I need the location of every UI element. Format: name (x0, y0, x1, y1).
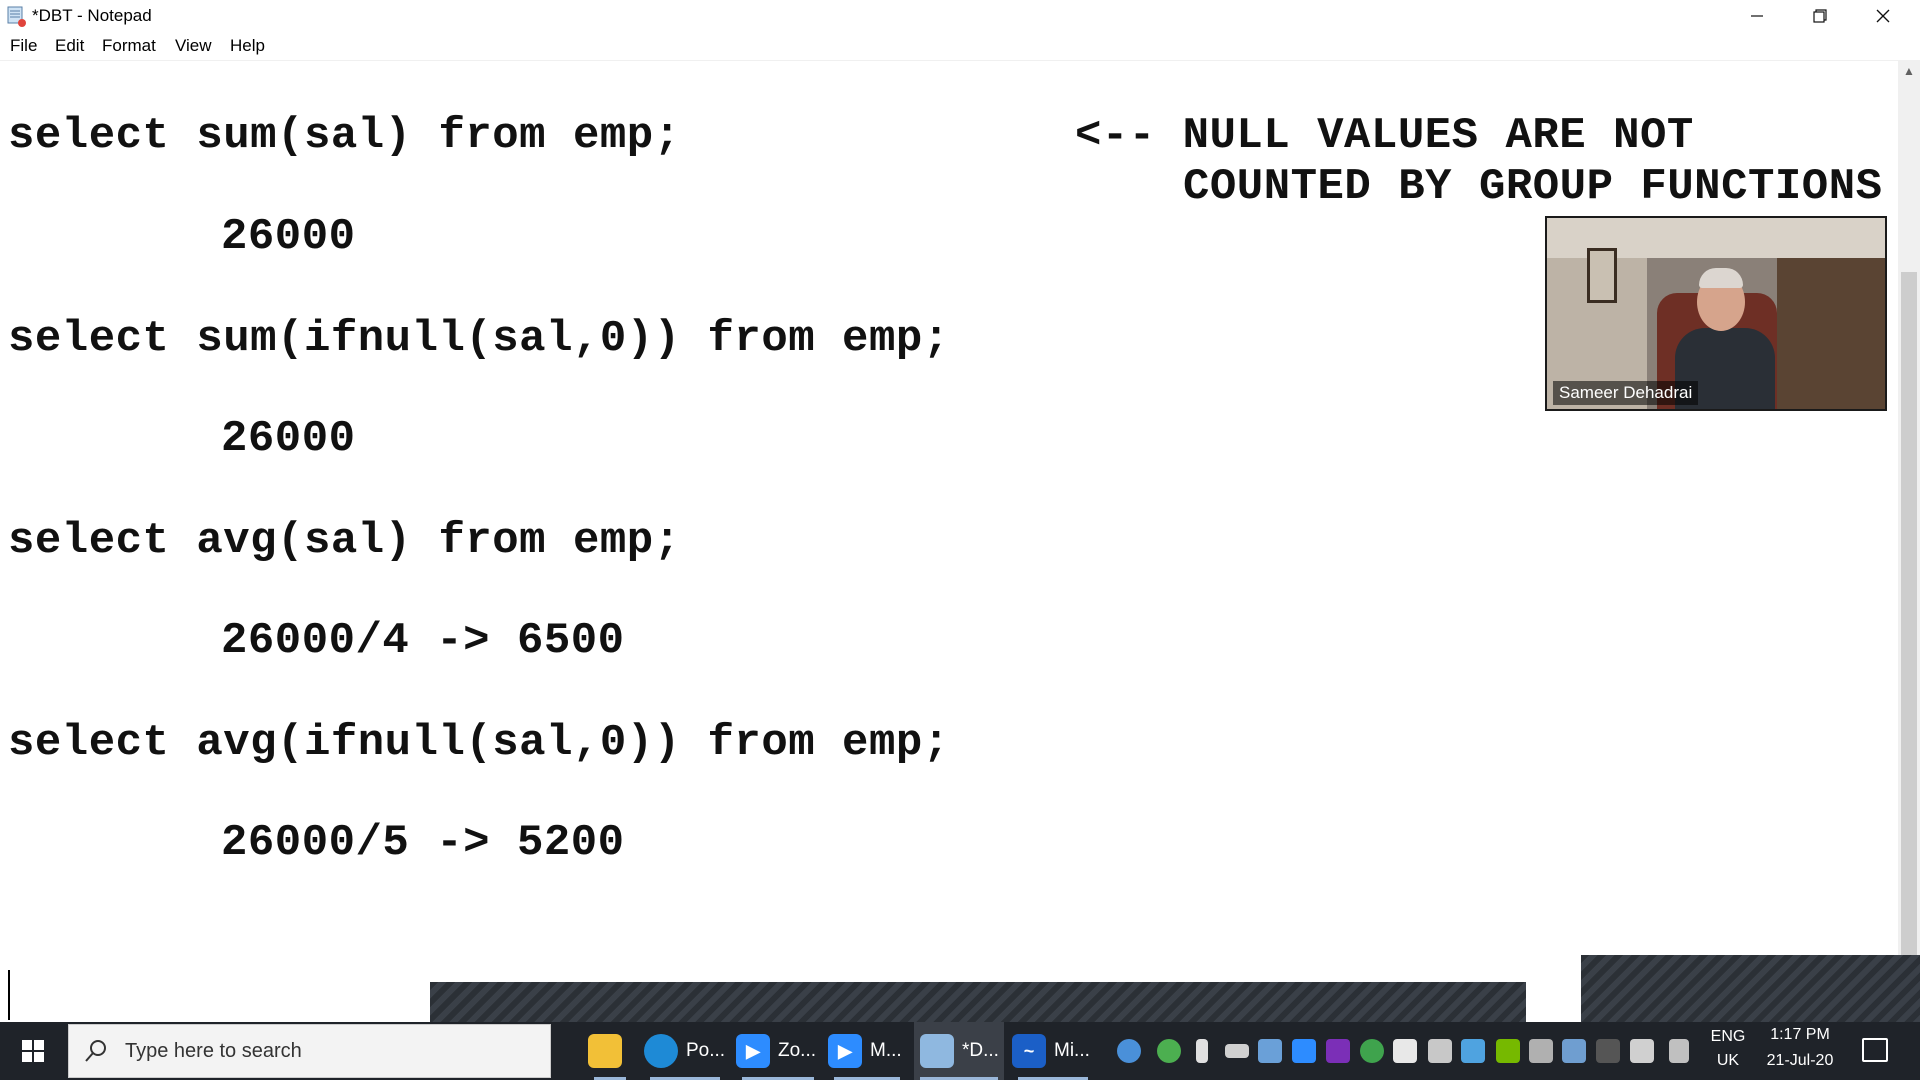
notepad-icon (920, 1034, 954, 1068)
scrollbar-thumb[interactable] (1901, 272, 1917, 1012)
webcam-video: Sameer Dehadrai (1545, 216, 1887, 411)
zoom-icon: ▶ (736, 1034, 770, 1068)
steam-icon[interactable] (1258, 1039, 1282, 1063)
note-line: <-- NULL VALUES ARE NOT (1075, 111, 1694, 161)
zoom-tray-icon[interactable] (1292, 1039, 1316, 1063)
taskbar-search[interactable]: Type here to search (68, 1024, 551, 1078)
restore-icon (1813, 9, 1827, 23)
result-line: 26000/5 -> 5200 (221, 818, 625, 868)
taskbar-zoom-meeting[interactable]: ▶ M... (828, 1022, 906, 1080)
code-line: select sum(sal) from emp; (8, 111, 681, 161)
pen-icon[interactable] (1669, 1039, 1689, 1063)
app-tray-icon[interactable] (1596, 1039, 1620, 1063)
notification-icon[interactable] (1862, 1038, 1888, 1062)
menu-file[interactable]: File (10, 36, 37, 56)
battery-icon[interactable] (1225, 1044, 1249, 1058)
minimize-button[interactable] (1726, 0, 1788, 32)
search-icon (85, 1040, 106, 1062)
taskbar-file-explorer[interactable] (588, 1022, 632, 1080)
security-check-icon[interactable] (1157, 1039, 1181, 1063)
windows-icon (22, 1040, 44, 1062)
whiteboard-icon: ~ (1012, 1034, 1046, 1068)
menu-format[interactable]: Format (102, 36, 156, 56)
code-line: select sum(ifnull(sal,0)) from emp; (8, 314, 950, 364)
edge-icon (644, 1034, 678, 1068)
zoom-meeting-icon: ▶ (828, 1034, 862, 1068)
code-line: select avg(ifnull(sal,0)) from emp; (8, 718, 950, 768)
notepad-app-icon (7, 6, 26, 27)
close-icon (1876, 9, 1890, 23)
microphone-icon[interactable] (1196, 1039, 1208, 1063)
language-indicator[interactable]: ENG (1708, 1028, 1748, 1046)
taskbar-notepad[interactable]: *D... (914, 1022, 1004, 1080)
clock-time[interactable]: 1:17 PM (1752, 1026, 1848, 1044)
result-line: 26000 (221, 212, 356, 262)
screen-share-overlay (1581, 955, 1920, 1022)
scroll-up-icon[interactable]: ▲ (1898, 64, 1920, 82)
menu-view[interactable]: View (175, 36, 212, 56)
taskbar-app-label: Mi... (1054, 1040, 1090, 1061)
minimize-icon (1751, 15, 1763, 17)
wall-frame (1587, 248, 1617, 303)
onenote-icon[interactable] (1326, 1039, 1350, 1063)
volume-icon[interactable] (1630, 1039, 1654, 1063)
usb-icon[interactable] (1529, 1039, 1553, 1063)
person-hair (1699, 268, 1743, 288)
menu-help[interactable]: Help (230, 36, 265, 56)
wifi-icon[interactable] (1428, 1039, 1452, 1063)
participant-name: Sameer Dehadrai (1553, 381, 1699, 405)
result-line: 26000/4 -> 6500 (221, 616, 625, 666)
text-caret (8, 970, 10, 1020)
restore-button[interactable] (1789, 0, 1851, 32)
window-title: *DBT - Notepad (32, 6, 152, 25)
cloud-icon[interactable] (1562, 1039, 1586, 1063)
help-icon[interactable] (1117, 1039, 1141, 1063)
vertical-scrollbar[interactable]: ▲ (1898, 60, 1920, 1022)
shield-icon[interactable] (1393, 1039, 1417, 1063)
note-line: COUNTED BY GROUP FUNCTIONS (1183, 162, 1883, 212)
title-bar: *DBT - Notepad (0, 0, 1920, 32)
clock-date[interactable]: 21-Jul-20 (1752, 1052, 1848, 1070)
taskbar-app-label: *D... (962, 1040, 999, 1061)
vpn-icon[interactable] (1360, 1039, 1384, 1063)
taskbar-zoom[interactable]: ▶ Zo... (736, 1022, 820, 1080)
text-editor[interactable]: select sum(sal) from emp; 26000 select s… (0, 60, 1898, 1022)
code-line: select avg(sal) from emp; (8, 516, 681, 566)
result-line: 26000 (221, 414, 356, 464)
taskbar-app-label: Po... (686, 1040, 726, 1061)
language-region[interactable]: UK (1708, 1052, 1748, 1070)
taskbar-edge[interactable]: Po... (644, 1022, 726, 1080)
start-button[interactable] (0, 1022, 66, 1080)
close-button[interactable] (1852, 0, 1914, 32)
menu-edit[interactable]: Edit (55, 36, 84, 56)
screen-share-overlay (430, 982, 1526, 1022)
taskbar-app-label: Zo... (778, 1040, 817, 1061)
bluetooth-icon[interactable] (1461, 1039, 1485, 1063)
menu-bar: File Edit Format View Help (0, 32, 1920, 60)
nvidia-icon[interactable] (1496, 1039, 1520, 1063)
file-explorer-icon (588, 1034, 622, 1068)
taskbar: Type here to search Po... ▶ Zo... ▶ M...… (0, 1022, 1920, 1080)
taskbar-app-label: M... (870, 1040, 902, 1061)
taskbar-whiteboard[interactable]: ~ Mi... (1012, 1022, 1094, 1080)
search-placeholder: Type here to search (125, 1040, 302, 1062)
